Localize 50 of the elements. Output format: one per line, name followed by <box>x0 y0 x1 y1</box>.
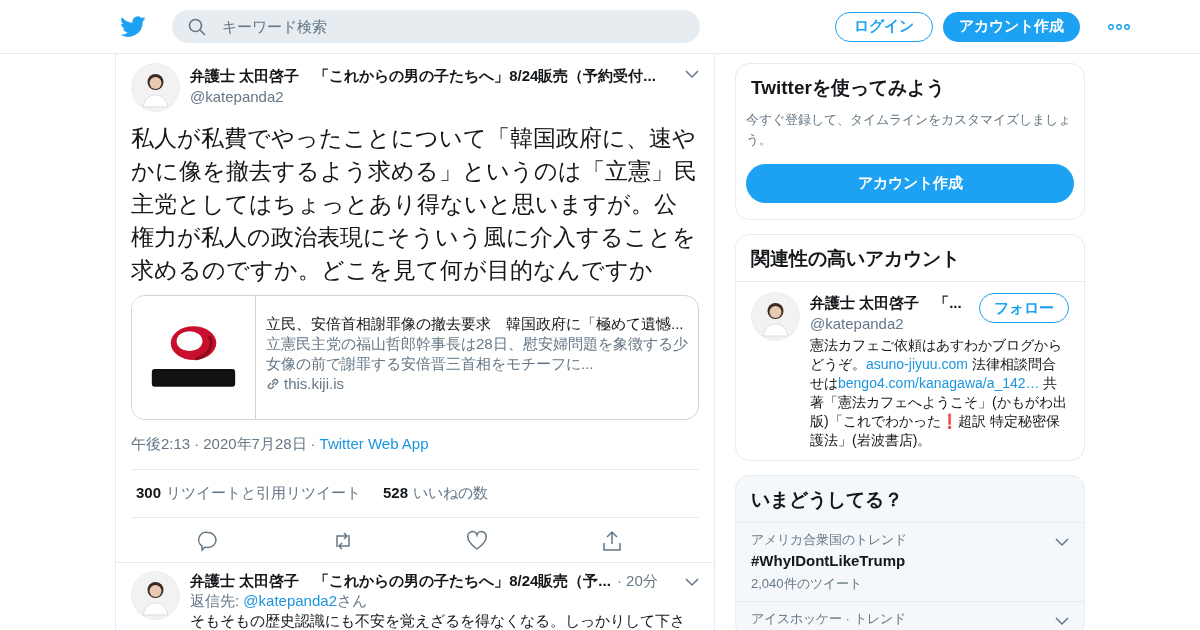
avatar[interactable] <box>131 571 180 620</box>
author-name[interactable]: 弁護士 太田啓子 「これからの男の子たちへ」8/24販売（予... <box>190 571 611 591</box>
card-description: 立憲民主党の福山哲郎幹事長は28日、慰安婦問題を象徴する少女像の前で謝罪する安倍晋三首相をモチーフに... <box>266 334 688 374</box>
bio-link[interactable]: asuno-jiyuu.com <box>866 356 968 372</box>
separator-dot: · <box>310 435 316 454</box>
reply-to-line: 返信先: @katepanda2さん <box>190 591 368 611</box>
separator-dot: · <box>194 435 200 454</box>
trend-context: アイスホッケー · トレンド <box>751 610 906 628</box>
chevron-down-icon[interactable] <box>1055 616 1069 626</box>
signup-button[interactable]: アカウント作成 <box>943 11 1080 42</box>
avatar[interactable] <box>751 292 800 341</box>
account-handle[interactable]: @katepanda2 <box>810 313 979 334</box>
tweet-time[interactable]: 午後2:13 <box>131 435 191 454</box>
card-title[interactable]: 立民、安倍首相謝罪像の撤去要求 韓国政府に「極めて遺憾... <box>266 314 688 334</box>
share-icon[interactable] <box>600 530 623 552</box>
stat-link[interactable]: 528 いいねの数 <box>383 484 489 503</box>
card-domain: this.kiji.is <box>284 374 344 394</box>
chevron-down-icon[interactable] <box>1055 537 1069 547</box>
card-heading: 関連性の高いアカウント <box>750 247 961 271</box>
account-name[interactable]: 弁護士 太田啓子 「... <box>810 292 979 313</box>
signup-button[interactable]: アカウント作成 <box>746 164 1074 203</box>
tweet-date[interactable]: 2020年7月28日 <box>203 435 307 454</box>
tweet-text: 私人が私費でやったことについて「韓国政府に、速やかに像を撤去するよう求める」というのは「立憲」民主党としてはちょっとあり得ないと思いますが。公権力が私人の政治表現にそういう風に介入することを求めるのですか。どこを見て何が目的なんですか <box>131 124 698 285</box>
source-link[interactable]: Twitter Web App <box>319 435 429 454</box>
avatar[interactable] <box>131 63 180 112</box>
author-name[interactable]: 弁護士 太田啓子 「これからの男の子たちへ」8/24販売（予約受付... <box>190 65 685 86</box>
card-heading: いまどうしてる？ <box>750 488 904 512</box>
tweet-count: 2,040件のツイート <box>751 575 863 593</box>
bio-link[interactable]: bengo4.com/kanagawa/a_142… <box>838 375 1040 391</box>
reply-time[interactable]: · 20分 <box>616 571 658 591</box>
login-button[interactable]: ログイン <box>835 11 933 42</box>
stat-link[interactable]: 300 リツイートと引用リツイート <box>136 484 362 503</box>
mention-link[interactable]: @katepanda2 <box>243 592 337 609</box>
author-handle[interactable]: @katepanda2 <box>190 86 685 107</box>
more-icon[interactable] <box>1108 23 1130 30</box>
reply-text: そもそもの歴史認識にも不安を覚えざるを得なくなる。しっかりして下さ <box>190 611 685 630</box>
chevron-down-icon[interactable] <box>685 577 699 587</box>
link-icon <box>266 377 280 391</box>
card-heading: Twitterを使ってみよう <box>750 76 946 100</box>
chevron-down-icon[interactable] <box>685 69 699 79</box>
heart-icon[interactable] <box>466 530 489 552</box>
trend-topic[interactable]: #WhyIDontLikeTrump <box>751 552 907 569</box>
account-bio: 憲法カフェご依頼はあすわかブログからどうぞ。asuno-jiyuu.com 法律相談問合せはbengo4.com/kanagawa/a_142… 共著「憲法カフェへようこそ」(かもがわ出版)「これでわかった❗超訳 特定秘密保護法」(岩波書店)。 <box>810 336 1068 450</box>
follow-button[interactable]: フォロー <box>979 293 1069 323</box>
search-field[interactable]: キーワード検索 <box>172 10 700 43</box>
bird-logo-icon[interactable] <box>120 15 146 38</box>
trend-context: アメリカ合衆国のトレンド <box>751 531 907 549</box>
signup-text: 今すぐ登録して、タイムラインをカスタマイズしましょう。 <box>745 111 1072 149</box>
reply-icon[interactable] <box>197 530 220 552</box>
link-card[interactable]: 立民、安倍首相謝罪像の撤去要求 韓国政府に「極めて遺憾... 立憲民主党の福山哲郎幹事長は28日、慰安婦問題を象徴する少女像の前で謝罪する安倍晋三首相をモチーフに... this.kiji.is <box>131 295 699 420</box>
